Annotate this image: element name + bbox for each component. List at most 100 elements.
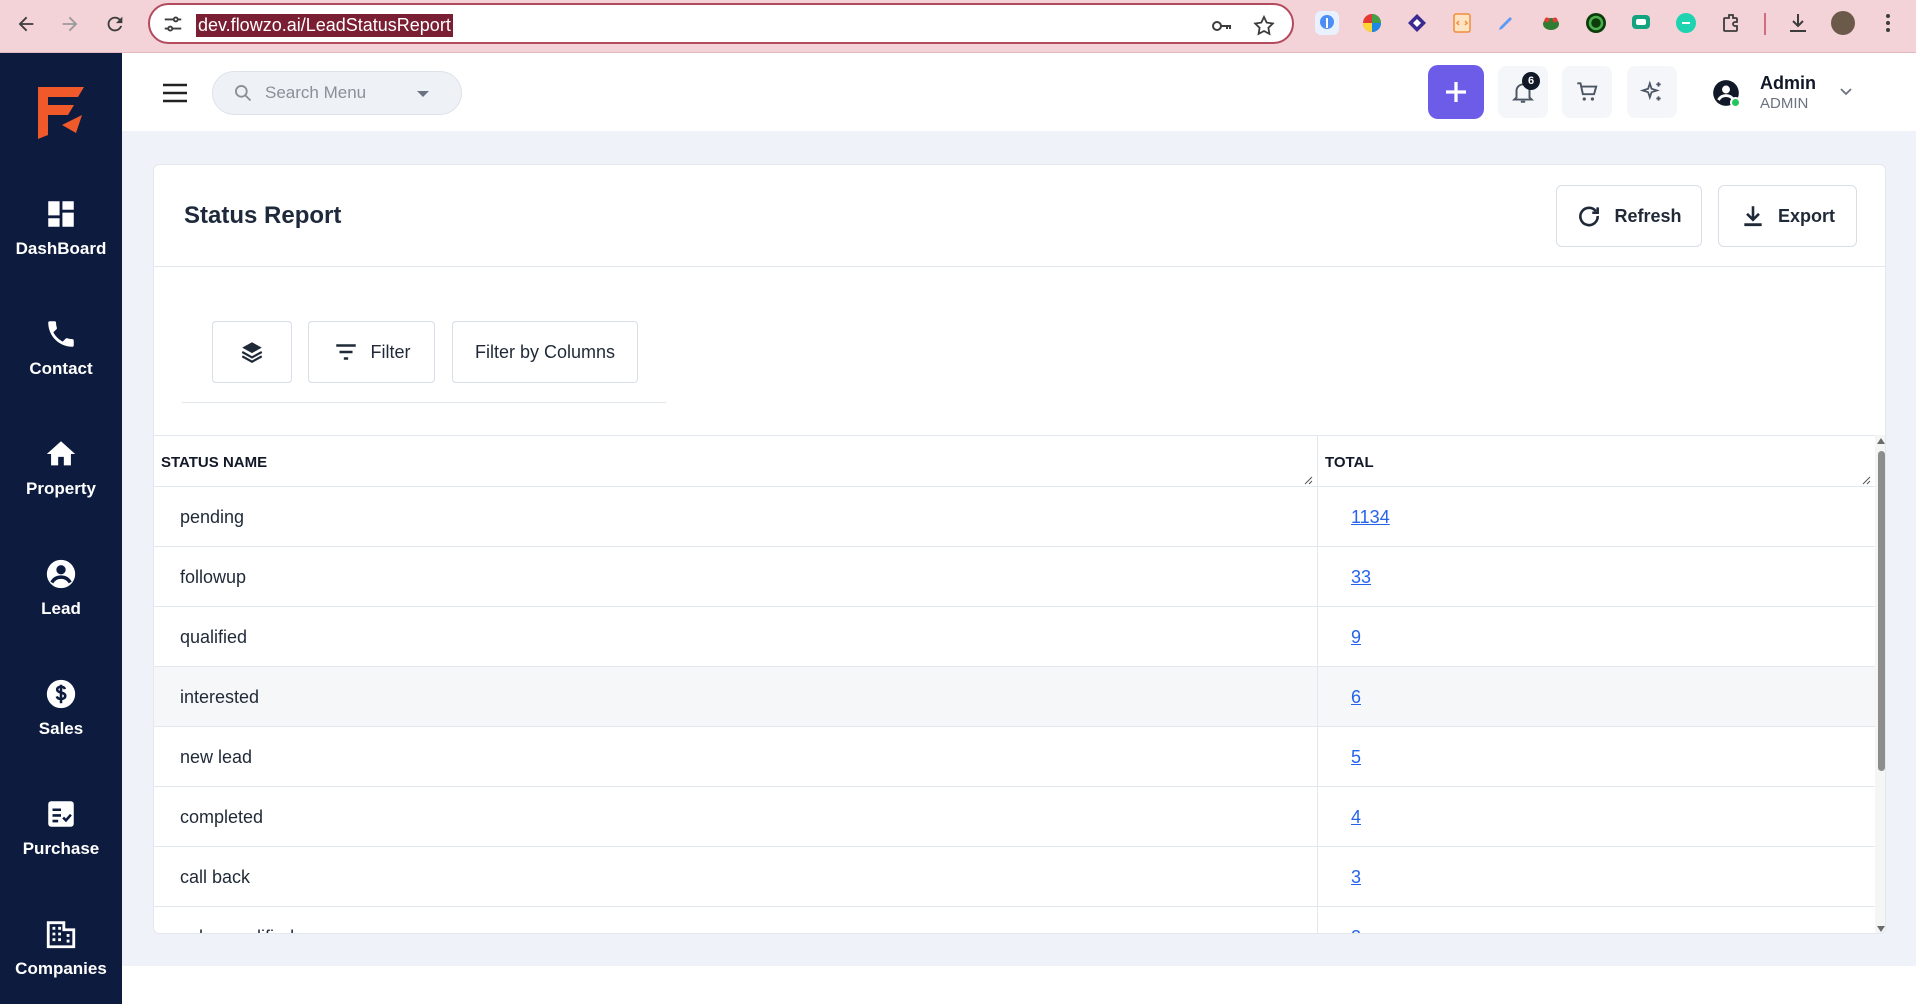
refresh-icon <box>1579 206 1600 227</box>
profile-avatar[interactable] <box>1831 11 1855 35</box>
sidebar-item-companies[interactable]: Companies <box>0 893 122 1003</box>
sidebar-item-contact[interactable]: Contact <box>0 293 122 403</box>
browser-menu-icon[interactable] <box>1876 11 1900 35</box>
table-row[interactable]: new lead 5 <box>154 727 1875 787</box>
notifications-button[interactable]: 6 <box>1498 66 1548 118</box>
refresh-button[interactable]: Refresh <box>1556 185 1702 247</box>
chat-extension-icon[interactable] <box>1629 11 1653 35</box>
sidebar-item-lead[interactable]: Lead <box>0 533 122 643</box>
sidebar-item-dashboard[interactable]: DashBoard <box>0 173 122 283</box>
reload-icon[interactable] <box>101 10 129 38</box>
table-row[interactable]: pending 1134 <box>154 487 1875 547</box>
download-icon[interactable] <box>1786 11 1810 35</box>
url-text[interactable]: dev.flowzo.ai/LeadStatusReport <box>196 14 453 37</box>
key-icon[interactable] <box>1210 14 1234 38</box>
chatbot-extension-icon[interactable] <box>1674 11 1698 35</box>
sidebar-item-label: Sales <box>38 719 84 738</box>
diamond-extension-icon[interactable] <box>1405 11 1429 35</box>
chevron-down-icon[interactable] <box>1838 83 1854 99</box>
flowzo-logo[interactable] <box>32 81 90 143</box>
hamburger-menu-icon[interactable] <box>162 83 188 103</box>
address-bar[interactable]: dev.flowzo.ai/LeadStatusReport <box>148 3 1294 44</box>
back-icon[interactable] <box>12 10 40 38</box>
chevron-down-icon[interactable] <box>417 91 429 97</box>
site-settings-icon[interactable] <box>162 13 184 35</box>
table-row[interactable]: completed 4 <box>154 787 1875 847</box>
table-row[interactable]: followup 33 <box>154 547 1875 607</box>
scroll-up-arrow-icon[interactable] <box>1877 438 1885 444</box>
filter-icon <box>335 344 356 360</box>
scrollbar-thumb[interactable] <box>1878 451 1885 771</box>
total-link[interactable]: 33 <box>1351 547 1371 607</box>
sidebar-item-purchase[interactable]: Purchase <box>0 773 122 883</box>
pen-extension-icon[interactable] <box>1494 11 1518 35</box>
status-table: STATUS NAME TOTAL pending 1134 followup … <box>154 435 1885 934</box>
status-name-cell: pending <box>180 506 245 527</box>
extension-icon[interactable] <box>1315 11 1339 35</box>
table-row[interactable]: sales qualified 2 <box>154 907 1875 934</box>
add-button[interactable] <box>1428 65 1484 119</box>
sparkle-icon <box>1639 80 1661 101</box>
green-circle-extension-icon[interactable] <box>1584 11 1608 35</box>
filter-by-columns-label: Filter by Columns <box>474 341 616 362</box>
table-toolbar: Filter Filter by Columns <box>182 321 666 403</box>
sidebar-item-property[interactable]: Property <box>0 413 122 523</box>
column-resize-handle[interactable] <box>1862 476 1871 485</box>
table-row[interactable]: call back 3 <box>154 847 1875 907</box>
user-name: Admin <box>1760 73 1816 93</box>
sidebar-item-sales[interactable]: Sales <box>0 653 122 763</box>
status-name-cell: call back <box>180 866 251 887</box>
ai-sparkle-button[interactable] <box>1627 66 1677 118</box>
code-extension-icon[interactable] <box>1450 11 1474 35</box>
total-link[interactable]: 3 <box>1351 847 1361 907</box>
cart-icon <box>1577 82 1598 101</box>
search-menu-input[interactable]: Search Menu <box>212 71 462 115</box>
page-title: Status Report <box>184 202 342 229</box>
column-header-status-name[interactable]: STATUS NAME <box>154 436 1317 488</box>
table-row[interactable]: qualified 9 <box>154 607 1875 667</box>
browser-toolbar: dev.flowzo.ai/LeadStatusReport <box>0 0 1916 53</box>
column-resize-handle[interactable] <box>1304 476 1313 485</box>
sidebar-item-label: Property <box>26 479 96 498</box>
sidebar: DashBoard Contact Property Lead Sales Pu… <box>0 53 122 1004</box>
filter-button[interactable]: Filter <box>308 321 435 383</box>
filter-by-columns-button[interactable]: Filter by Columns <box>452 321 638 383</box>
table-row[interactable]: interested 6 <box>154 667 1875 727</box>
scroll-down-arrow-icon[interactable] <box>1877 926 1885 932</box>
sidebar-item-label: Purchase <box>22 839 100 858</box>
sidebar-item-label: Contact <box>29 359 93 378</box>
total-link[interactable]: 1134 <box>1351 487 1390 547</box>
user-role: ADMIN <box>1760 95 1809 112</box>
frog-extension-icon[interactable] <box>1539 11 1563 35</box>
user-menu[interactable]: Admin ADMIN <box>1712 71 1872 115</box>
filter-label: Filter <box>370 341 411 362</box>
search-placeholder: Search Menu <box>265 83 367 102</box>
cart-button[interactable] <box>1562 66 1612 118</box>
layers-icon <box>241 342 263 363</box>
export-button[interactable]: Export <box>1718 185 1857 247</box>
layers-button[interactable] <box>212 321 292 383</box>
column-header-total[interactable]: TOTAL <box>1318 436 1875 488</box>
bookmark-star-icon[interactable] <box>1252 14 1276 38</box>
total-link[interactable]: 4 <box>1351 787 1361 847</box>
search-icon <box>235 85 252 102</box>
status-report-card: Status Report Refresh Export Filter Filt… <box>153 164 1886 934</box>
status-name-cell: qualified <box>180 626 248 647</box>
total-link[interactable]: 9 <box>1351 607 1361 667</box>
total-link[interactable]: 6 <box>1351 667 1361 727</box>
total-link[interactable]: 2 <box>1351 907 1361 934</box>
status-name-cell: new lead <box>180 746 253 767</box>
color-picker-extension-icon[interactable] <box>1360 11 1384 35</box>
dollar-icon <box>46 679 76 709</box>
plus-icon <box>1446 82 1466 102</box>
card-header: Status Report Refresh Export <box>154 165 1885 267</box>
status-name-cell: interested <box>180 686 260 707</box>
total-link[interactable]: 5 <box>1351 727 1361 787</box>
app-header: Search Menu 6 Admin ADMIN <box>122 53 1916 131</box>
forward-icon[interactable] <box>56 10 84 38</box>
puzzle-extensions-icon[interactable] <box>1719 11 1743 35</box>
table-scrollbar[interactable] <box>1875 435 1885 933</box>
online-status-dot <box>1730 97 1741 108</box>
notification-count-badge: 6 <box>1522 72 1540 90</box>
toolbar-divider <box>1764 13 1766 35</box>
